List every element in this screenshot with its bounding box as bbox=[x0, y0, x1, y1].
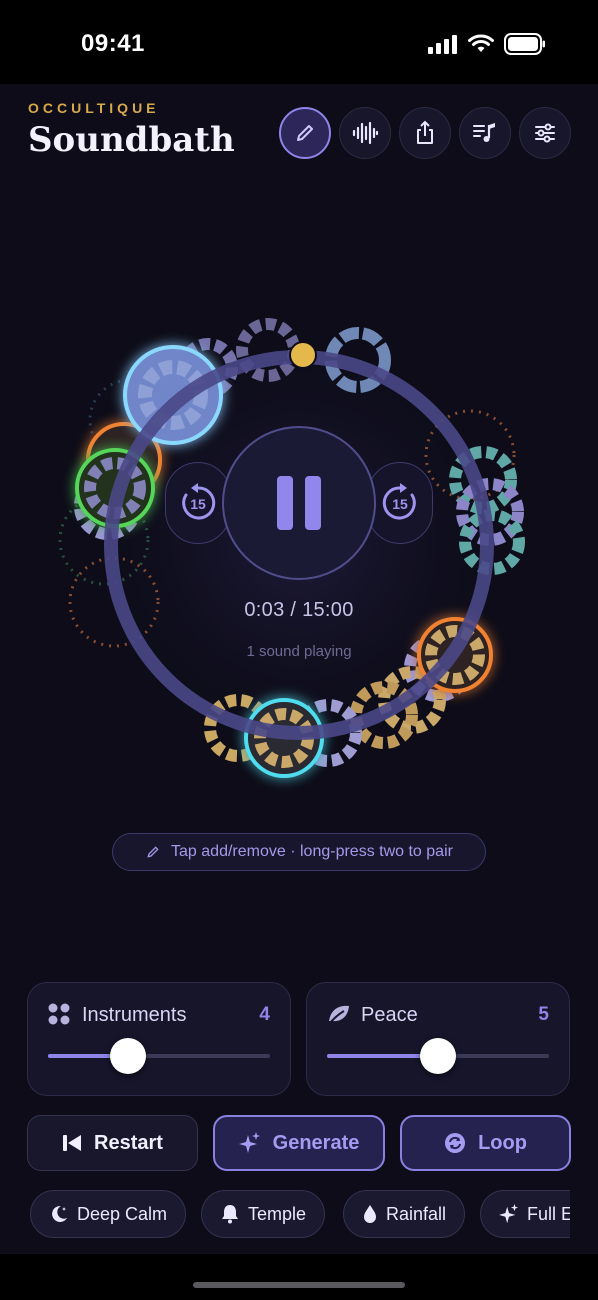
edit-hint-pill: Tap add/remove · long-press two to pair bbox=[112, 833, 486, 871]
peace-card: Peace 5 bbox=[306, 982, 570, 1096]
preset-chip-rainfall[interactable]: Rainfall bbox=[343, 1190, 466, 1238]
loop-button[interactable]: Loop bbox=[400, 1115, 571, 1171]
rewind-15-icon: 15 bbox=[182, 483, 216, 520]
battery-icon bbox=[504, 33, 545, 55]
generate-label: Generate bbox=[272, 1131, 360, 1154]
restart-label: Restart bbox=[94, 1131, 163, 1154]
preset-chip-row[interactable]: Deep Calm Temple Rainfall Full E bbox=[28, 1190, 570, 1238]
peace-slider-thumb[interactable] bbox=[420, 1038, 456, 1074]
waveform-icon bbox=[352, 121, 379, 145]
preset-label: Full E bbox=[527, 1203, 570, 1224]
drop-icon bbox=[364, 1205, 376, 1223]
sliders-icon bbox=[535, 123, 555, 143]
instruments-card: Instruments 4 bbox=[27, 982, 291, 1096]
sparkles-icon bbox=[238, 1132, 260, 1153]
skip-to-start-icon bbox=[63, 1135, 82, 1151]
instruments-slider[interactable] bbox=[48, 1038, 270, 1074]
pencil-icon bbox=[297, 125, 313, 141]
bell-icon bbox=[222, 1205, 238, 1224]
loop-label: Loop bbox=[478, 1131, 527, 1154]
pause-icon bbox=[277, 476, 321, 530]
preset-chip-full[interactable]: Full E bbox=[480, 1190, 570, 1238]
leaf-icon bbox=[329, 1005, 349, 1024]
share-icon bbox=[417, 120, 433, 144]
grid-dots-icon bbox=[48, 1003, 70, 1025]
preset-label: Rainfall bbox=[386, 1203, 447, 1224]
status-bar: 09:41 bbox=[0, 0, 598, 84]
preset-chip-deep-calm[interactable]: Deep Calm bbox=[30, 1190, 187, 1238]
preset-chip-temple[interactable]: Temple bbox=[201, 1190, 326, 1238]
playlist-icon bbox=[473, 123, 495, 142]
play-pause-button[interactable] bbox=[222, 426, 376, 580]
moon-stars-icon bbox=[52, 1205, 67, 1222]
playlist-button[interactable] bbox=[459, 107, 511, 159]
peace-label: Peace bbox=[361, 1004, 418, 1026]
restart-button[interactable]: Restart bbox=[27, 1115, 198, 1171]
playback-progress-text: 0:03 / 15:00 bbox=[244, 599, 354, 621]
instruments-slider-thumb[interactable] bbox=[109, 1038, 146, 1074]
peace-slider[interactable] bbox=[327, 1038, 549, 1074]
edit-mode-button[interactable] bbox=[279, 107, 331, 159]
preset-label: Deep Calm bbox=[77, 1203, 168, 1224]
forward-15-icon: 15 bbox=[382, 483, 416, 520]
instruments-value: 4 bbox=[259, 1004, 270, 1025]
cellular-signal-icon bbox=[428, 35, 457, 54]
sparkles-icon bbox=[499, 1204, 519, 1224]
status-icons bbox=[428, 33, 546, 55]
wifi-icon bbox=[468, 34, 494, 52]
peace-value: 5 bbox=[538, 1004, 549, 1025]
playing-status-text: 1 sound playing bbox=[246, 643, 352, 660]
share-button[interactable] bbox=[399, 107, 451, 159]
preset-label: Temple bbox=[248, 1203, 307, 1224]
instruments-label: Instruments bbox=[82, 1004, 187, 1026]
home-indicator-area bbox=[0, 1254, 598, 1300]
hint-text: Tap add/remove · long-press two to pair bbox=[171, 843, 453, 860]
pencil-icon bbox=[147, 846, 159, 858]
settings-sliders-button[interactable] bbox=[519, 107, 571, 159]
skip-forward-15-button[interactable]: 15 bbox=[367, 462, 433, 544]
page-title: Soundbath bbox=[28, 120, 235, 160]
skip-back-label: 15 bbox=[190, 496, 206, 512]
playhead-dot[interactable] bbox=[289, 341, 317, 369]
skip-forward-label: 15 bbox=[392, 496, 408, 512]
brand-label: OCCULTIQUE bbox=[28, 100, 160, 116]
waveform-button[interactable] bbox=[339, 107, 391, 159]
loop-icon bbox=[445, 1133, 466, 1153]
home-indicator[interactable] bbox=[193, 1282, 405, 1288]
generate-button[interactable]: Generate bbox=[213, 1115, 385, 1171]
status-time: 09:41 bbox=[81, 30, 145, 57]
